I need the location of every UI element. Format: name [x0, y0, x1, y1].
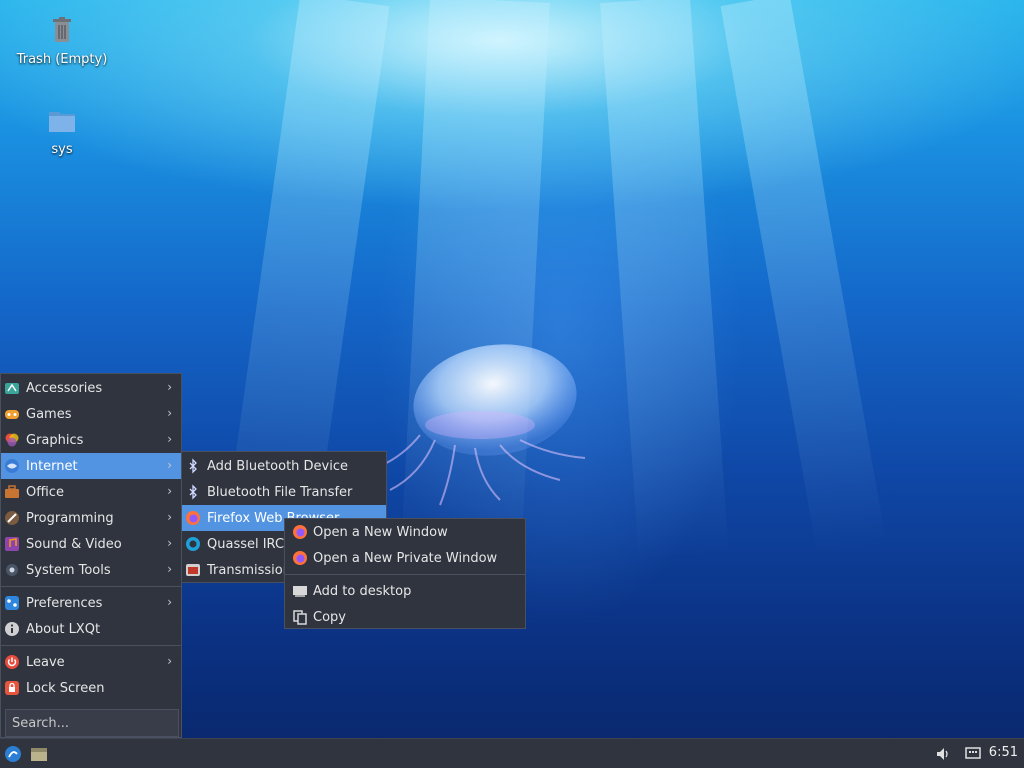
sound-video-icon	[5, 537, 19, 551]
internet-icon	[5, 459, 19, 473]
bluetooth-icon	[189, 458, 197, 474]
menu-item-bluetooth-file-transfer[interactable]: Bluetooth File Transfer	[182, 479, 386, 505]
graphics-icon	[5, 433, 19, 447]
clock[interactable]: 6:51	[989, 745, 1018, 760]
firefox-icon	[293, 525, 307, 539]
file-manager-icon[interactable]	[30, 745, 48, 763]
bluetooth-icon	[189, 484, 197, 500]
menu-item-lock-screen[interactable]: Lock Screen	[1, 675, 181, 701]
menu-item-label: About LXQt	[26, 621, 101, 637]
chevron-right-icon: ›	[167, 432, 172, 446]
chevron-right-icon: ›	[167, 484, 172, 498]
desktop-icon-label: sys	[51, 142, 73, 157]
start-menu-icon[interactable]	[4, 745, 22, 763]
menu-separator	[1, 645, 181, 646]
chevron-right-icon: ›	[167, 510, 172, 524]
desktop-icon	[293, 586, 307, 597]
chevron-right-icon: ›	[167, 458, 172, 472]
office-icon	[5, 485, 19, 498]
chevron-right-icon: ›	[167, 562, 172, 576]
firefox-icon	[186, 511, 200, 525]
menu-item-copy[interactable]: Copy	[285, 604, 525, 630]
quassel-icon	[186, 537, 200, 551]
chevron-right-icon: ›	[167, 536, 172, 550]
desktop-icon-sys[interactable]: sys	[12, 104, 112, 157]
menu-item-label: Games	[26, 406, 72, 422]
light-ray	[720, 0, 887, 558]
menu-item-label: System Tools	[26, 562, 111, 578]
menu-item-label: Open a New Private Window	[313, 550, 498, 566]
lock-icon	[5, 681, 19, 695]
menu-separator	[285, 574, 525, 575]
menu-item-label: Add Bluetooth Device	[207, 458, 349, 474]
menu-item-label: Copy	[313, 609, 346, 625]
menu-item-label: Preferences	[26, 595, 103, 611]
chevron-right-icon: ›	[167, 654, 172, 668]
menu-item-label: Add to desktop	[313, 583, 412, 599]
menu-item-system-tools[interactable]: System Tools ›	[1, 557, 181, 583]
system-tools-icon	[6, 564, 18, 576]
games-icon	[5, 410, 19, 419]
network-icon[interactable]	[964, 745, 982, 763]
accessories-icon	[5, 383, 19, 394]
programming-icon	[5, 511, 19, 525]
copy-icon	[293, 610, 307, 625]
chevron-right-icon: ›	[167, 380, 172, 394]
menu-item-label: Internet	[26, 458, 78, 474]
menu-item-preferences[interactable]: Preferences ›	[1, 590, 181, 616]
taskbar: 6:51	[0, 738, 1024, 768]
menu-item-games[interactable]: Games ›	[1, 401, 181, 427]
menu-item-add-to-desktop[interactable]: Add to desktop	[285, 578, 525, 604]
volume-icon[interactable]	[934, 745, 952, 763]
chevron-right-icon: ›	[167, 595, 172, 609]
desktop-icon-trash[interactable]: Trash (Empty)	[12, 14, 112, 67]
menu-item-sound-video[interactable]: Sound & Video ›	[1, 531, 181, 557]
menu-search-input[interactable]	[5, 709, 179, 737]
power-icon	[5, 655, 19, 669]
desktop-icon-label: Trash (Empty)	[16, 52, 108, 67]
trash-icon	[53, 17, 71, 42]
menu-item-label: Accessories	[26, 380, 103, 396]
transmission-icon	[186, 564, 200, 576]
menu-item-label: Quassel IRC	[207, 536, 285, 552]
menu-item-graphics[interactable]: Graphics ›	[1, 427, 181, 453]
menu-item-label: Office	[26, 484, 64, 500]
menu-item-label: Sound & Video	[26, 536, 122, 552]
menu-separator	[1, 586, 181, 587]
menu-item-label: Programming	[26, 510, 114, 526]
info-icon	[5, 622, 19, 636]
menu-item-programming[interactable]: Programming ›	[1, 505, 181, 531]
light-ray	[600, 0, 729, 562]
menu-item-about[interactable]: About LXQt	[1, 616, 181, 642]
menu-item-internet[interactable]: Internet ›	[1, 453, 181, 479]
preferences-icon	[5, 596, 19, 610]
menu-item-label: Leave	[26, 654, 65, 670]
folder-icon	[49, 112, 75, 132]
menu-item-office[interactable]: Office ›	[1, 479, 181, 505]
chevron-right-icon: ›	[167, 406, 172, 420]
start-menu: Accessories › Games › Graphics › Interne…	[0, 373, 182, 738]
jellyfish-wallpaper	[369, 344, 586, 506]
firefox-icon	[293, 551, 307, 565]
menu-item-label: Graphics	[26, 432, 84, 448]
menu-item-label: Transmission	[207, 562, 291, 578]
menu-item-accessories[interactable]: Accessories ›	[1, 375, 181, 401]
menu-item-label: Bluetooth File Transfer	[207, 484, 353, 500]
menu-item-label: Open a New Window	[313, 524, 448, 540]
context-menu: Open a New Window Open a New Private Win…	[284, 518, 526, 629]
menu-item-add-bluetooth-device[interactable]: Add Bluetooth Device	[182, 453, 386, 479]
menu-item-label: Lock Screen	[26, 680, 105, 696]
menu-item-open-private-window[interactable]: Open a New Private Window	[285, 545, 525, 571]
menu-item-open-new-window[interactable]: Open a New Window	[285, 519, 525, 545]
menu-item-leave[interactable]: Leave ›	[1, 649, 181, 675]
